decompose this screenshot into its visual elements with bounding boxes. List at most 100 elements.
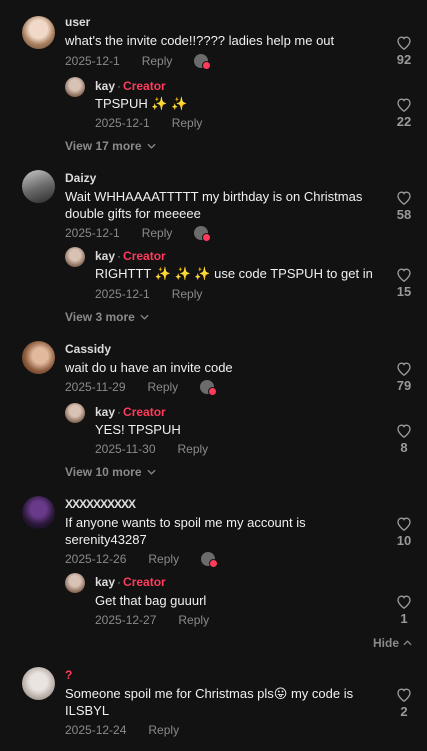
comment-date: 2025-12-1	[65, 54, 120, 68]
heart-outline-icon	[397, 98, 411, 112]
reply-date: 2025-12-1	[95, 116, 150, 130]
separator-dot: ·	[117, 575, 122, 589]
comment-date: 2025-12-1	[65, 226, 120, 240]
creator-badge: Creator	[123, 79, 166, 93]
reply-text: Get that bag guuurl	[95, 593, 207, 608]
reply-button[interactable]: Reply	[142, 54, 173, 68]
reply-date: 2025-12-1	[95, 287, 150, 301]
chevron-down-icon	[146, 469, 156, 475]
separator-dot: ·	[117, 79, 122, 93]
heart-outline-icon	[397, 362, 411, 376]
view-more-replies[interactable]: View 17 more	[65, 139, 156, 153]
comment-username[interactable]: Cassidy	[65, 342, 111, 356]
like-button[interactable]: 79	[392, 361, 416, 393]
reply-button[interactable]: Reply	[172, 116, 203, 130]
avatar[interactable]	[65, 403, 85, 423]
avatar[interactable]	[22, 341, 55, 374]
heart-outline-icon	[397, 424, 411, 438]
separator-dot: ·	[117, 405, 122, 419]
reply-button[interactable]: Reply	[172, 287, 203, 301]
like-count: 79	[396, 378, 412, 393]
creator-badge: Creator	[123, 249, 166, 263]
comment-username[interactable]: Daizy	[65, 171, 96, 185]
comment-text: Wait WHHAAAATTTTT my birthday is on Chri…	[65, 189, 363, 221]
avatar[interactable]	[65, 77, 85, 97]
reply-username[interactable]: kay · Creator	[95, 575, 166, 589]
hide-replies-button[interactable]: Hide	[373, 636, 412, 650]
like-button[interactable]: 1	[392, 594, 416, 626]
comment-date: 2025-12-26	[65, 552, 127, 566]
comment-text: wait do u have an invite code	[65, 360, 233, 375]
like-button[interactable]: 2	[392, 687, 416, 719]
gift-icon[interactable]	[200, 380, 218, 396]
reply-button[interactable]: Reply	[178, 613, 209, 627]
view-more-label: View 17 more	[65, 139, 142, 153]
comment-date: 2025-11-29	[65, 380, 126, 394]
reply-text: RIGHTTT ✨ ✨ ✨ use code TPSPUH to get in	[95, 266, 373, 281]
comment-text: If anyone wants to spoil me my account i…	[65, 515, 306, 547]
avatar[interactable]	[22, 170, 55, 203]
creator-badge: Creator	[123, 575, 166, 589]
reply-button[interactable]: Reply	[142, 226, 173, 240]
comment-date: 2025-12-24	[65, 723, 127, 737]
chevron-up-icon	[403, 640, 412, 646]
like-button[interactable]: 22	[392, 97, 416, 129]
reply-user-name[interactable]: kay	[95, 575, 115, 589]
gift-icon[interactable]	[194, 226, 212, 242]
avatar[interactable]	[65, 573, 85, 593]
like-count: 15	[396, 284, 412, 299]
heart-outline-icon	[397, 268, 411, 282]
avatar[interactable]	[65, 247, 85, 267]
separator-dot: ·	[117, 249, 122, 263]
chevron-down-icon	[146, 143, 156, 149]
view-more-label: View 10 more	[65, 465, 142, 479]
like-count: 92	[396, 52, 412, 67]
reply-meta: 2025-12-27 Reply	[95, 613, 209, 627]
reply-meta: 2025-11-30 Reply	[95, 442, 208, 456]
view-more-replies[interactable]: View 10 more	[65, 465, 156, 479]
comment-text: Someone spoil me for Christmas pls😛 my c…	[65, 686, 354, 718]
reply-meta: 2025-12-1 Reply	[95, 287, 202, 301]
comment-username[interactable]: user	[65, 15, 90, 29]
like-count: 1	[400, 611, 408, 626]
heart-outline-icon	[397, 595, 411, 609]
reply-username[interactable]: kay · Creator	[95, 405, 166, 419]
reply-text: TPSPUH ✨ ✨	[95, 96, 188, 111]
like-button[interactable]: 8	[392, 423, 416, 455]
view-more-replies[interactable]: View 3 more	[65, 310, 149, 324]
comment-username[interactable]: XXXXXXXXXX	[65, 497, 136, 511]
reply-button[interactable]: Reply	[148, 723, 179, 737]
reply-user-name[interactable]: kay	[95, 79, 115, 93]
avatar[interactable]	[22, 16, 55, 49]
like-count: 8	[400, 440, 408, 455]
reply-username[interactable]: kay · Creator	[95, 249, 166, 263]
like-button[interactable]: 10	[392, 516, 416, 548]
heart-outline-icon	[397, 688, 411, 702]
reply-date: 2025-11-30	[95, 442, 156, 456]
comment-meta: 2025-12-1 Reply	[65, 54, 212, 70]
like-count: 10	[396, 533, 412, 548]
reply-button[interactable]: Reply	[148, 552, 179, 566]
avatar[interactable]	[22, 667, 55, 700]
comment-username[interactable]: ?	[65, 668, 72, 682]
comment-text: what's the invite code!!???? ladies help…	[65, 33, 335, 48]
like-button[interactable]: 15	[392, 267, 416, 299]
reply-button[interactable]: Reply	[178, 442, 209, 456]
like-button[interactable]: 92	[392, 35, 416, 67]
gift-icon[interactable]	[194, 54, 212, 70]
view-more-label: View 3 more	[65, 310, 135, 324]
creator-badge: Creator	[123, 405, 166, 419]
chevron-down-icon	[140, 314, 149, 320]
reply-username[interactable]: kay · Creator	[95, 79, 166, 93]
avatar[interactable]	[22, 496, 55, 529]
reply-text: YES! TPSPUH	[95, 422, 181, 437]
like-count: 22	[396, 114, 412, 129]
hide-label: Hide	[373, 636, 400, 650]
comment-meta: 2025-12-1 Reply	[65, 226, 212, 242]
comment-meta: 2025-12-26 Reply	[65, 552, 219, 568]
like-button[interactable]: 58	[392, 190, 416, 222]
reply-button[interactable]: Reply	[148, 380, 179, 394]
reply-user-name[interactable]: kay	[95, 405, 115, 419]
gift-icon[interactable]	[201, 552, 219, 568]
reply-user-name[interactable]: kay	[95, 249, 115, 263]
